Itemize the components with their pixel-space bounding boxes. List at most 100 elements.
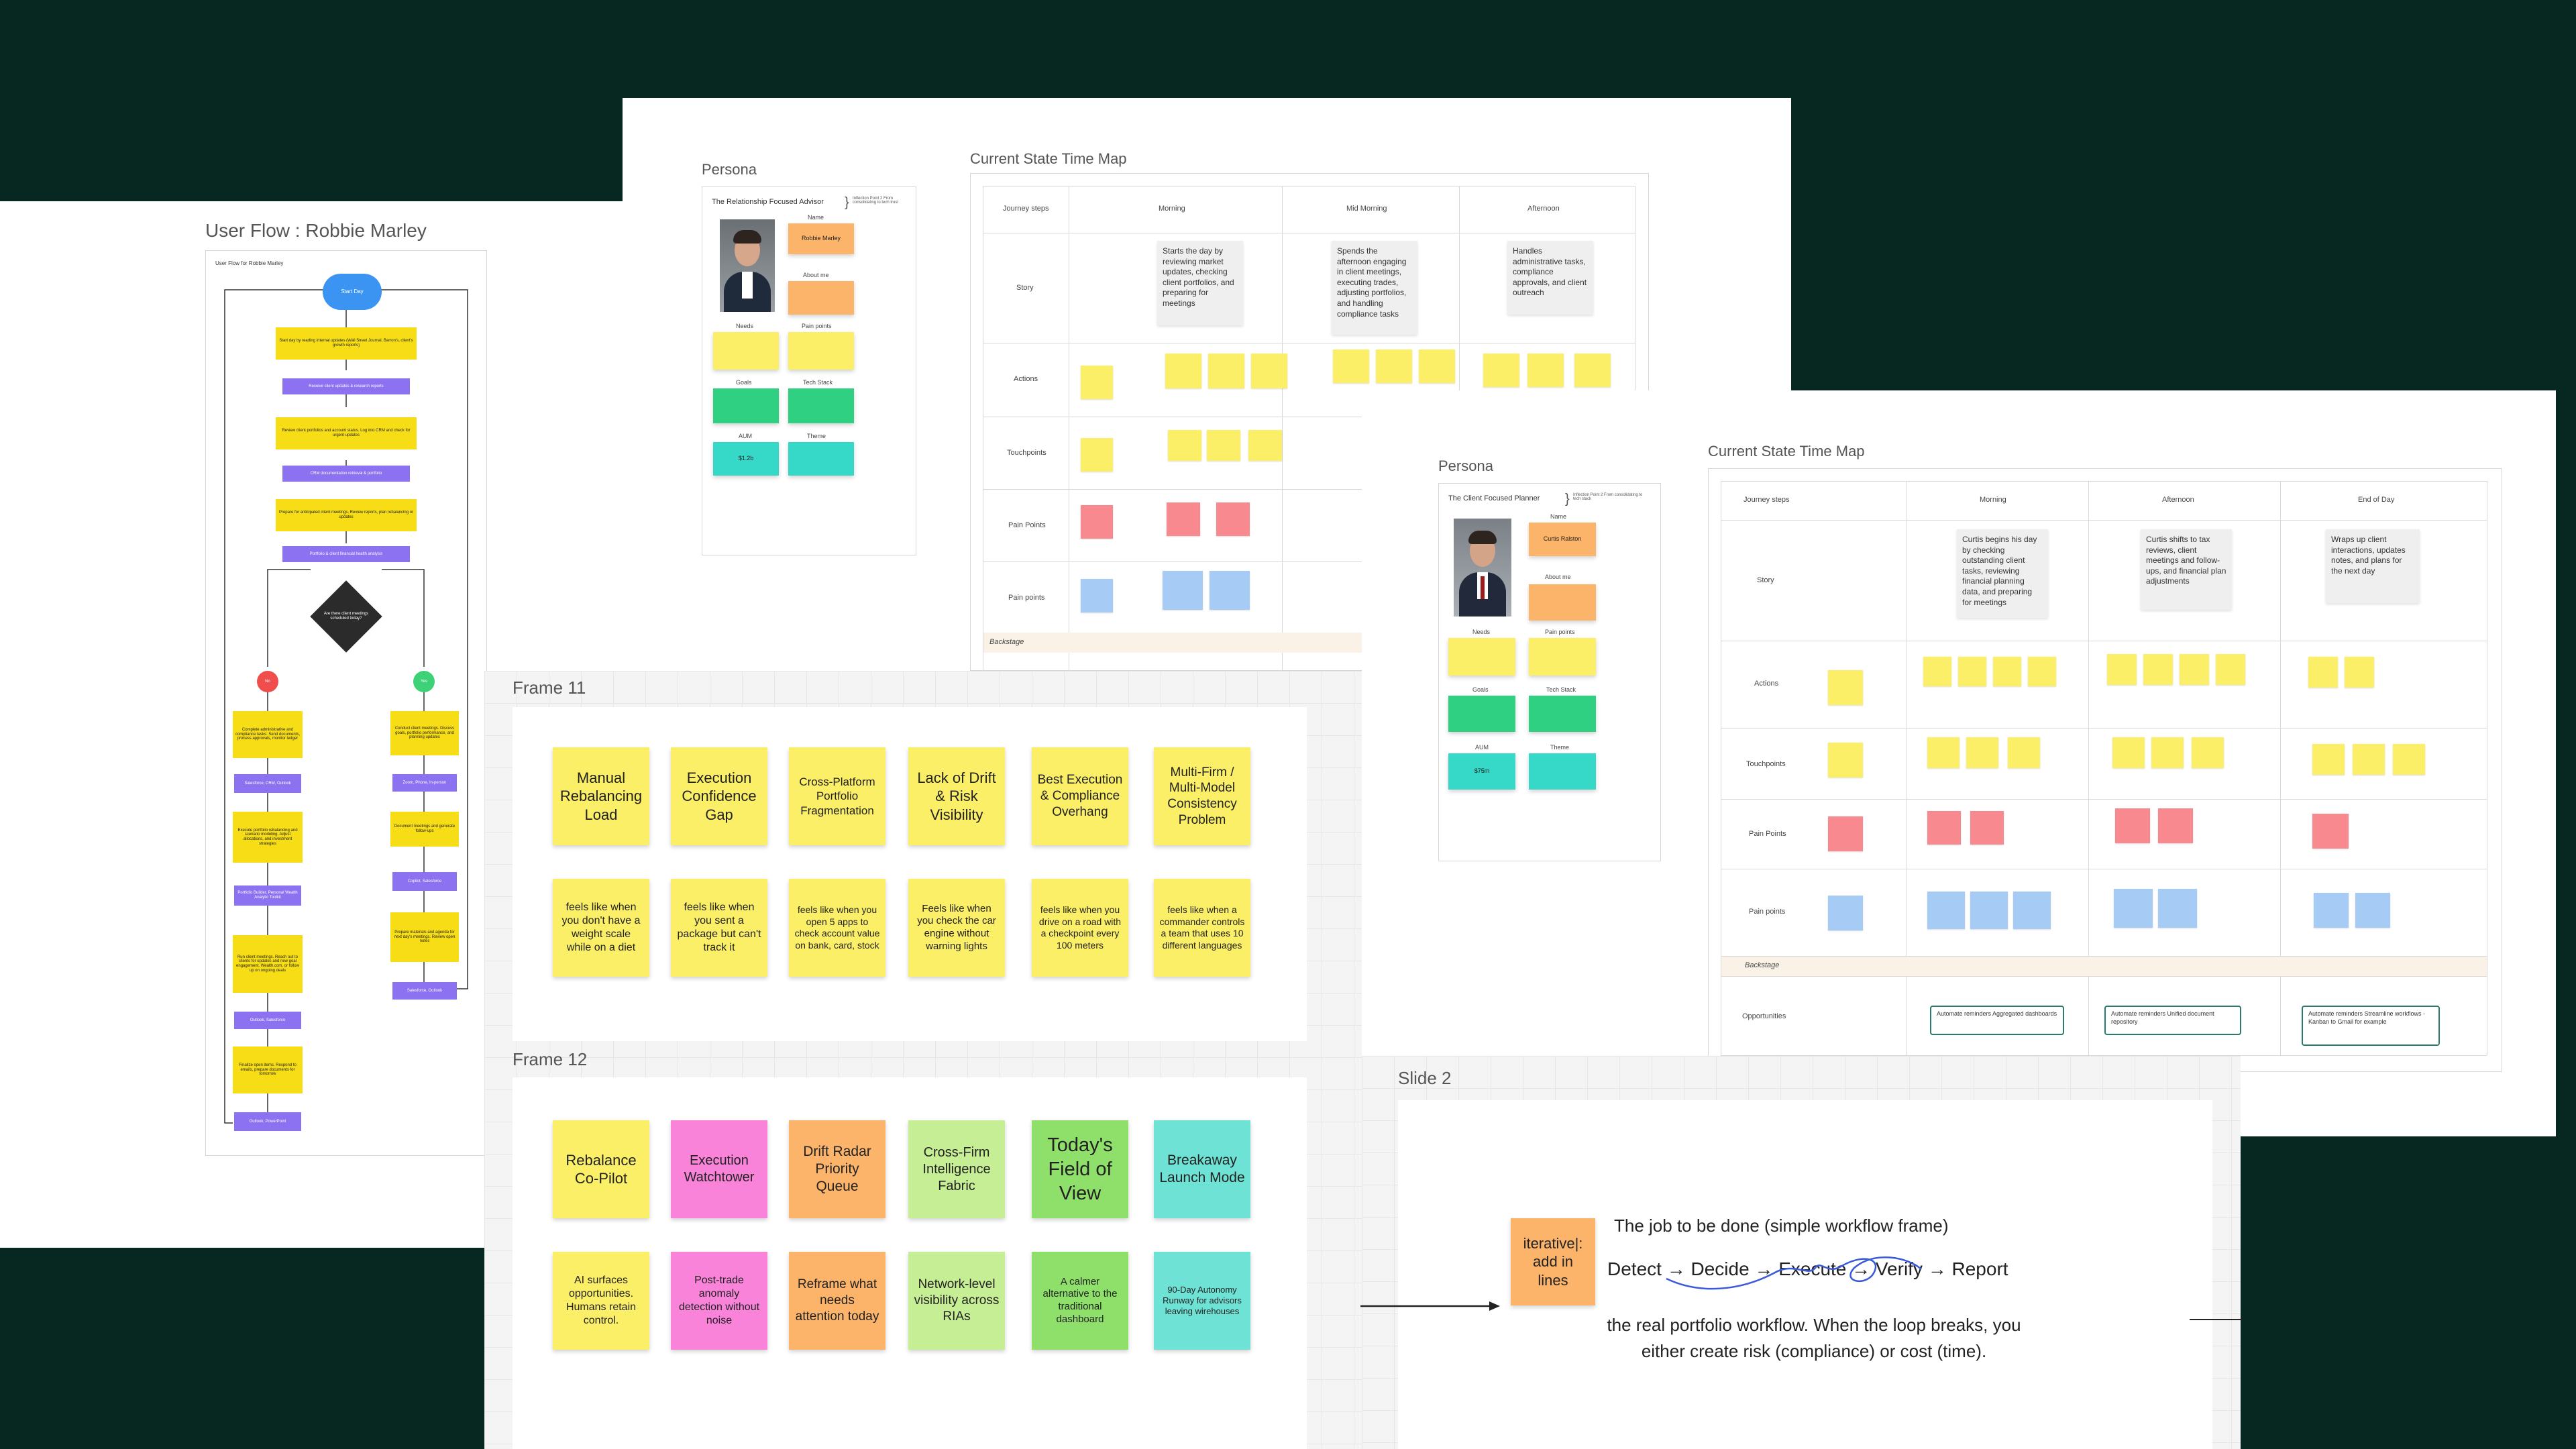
frame-12-bottom-2[interactable]: Post-trade anomaly detection without noi… [671,1252,767,1350]
tm1-pain-blue-sticky[interactable] [1081,579,1113,612]
frame-11-bottom-4[interactable]: Feels like when you check the car engine… [908,879,1005,977]
persona-2-goals-sticky[interactable] [1448,696,1515,732]
right-step-3[interactable]: Document meetings and generate follow-up… [390,812,459,847]
persona-1-name-sticky[interactable]: Robbie Marley [788,223,854,254]
tm1-story-2[interactable]: Spends the afternoon engaging in client … [1332,241,1417,335]
tm1-pain-blue-sticky[interactable] [1163,571,1203,610]
tm1-action-sticky[interactable] [1165,354,1201,388]
tm2-pain-blue-sticky[interactable] [2355,893,2390,928]
left-step-4[interactable]: Portfolio Builder, Personal Wealth Analy… [234,885,301,906]
frame-12-bottom-1[interactable]: AI surfaces opportunities. Humans retain… [553,1252,649,1350]
tm2-action-sticky[interactable] [1993,657,2021,686]
tm1-touchpoint-sticky[interactable] [1081,438,1113,472]
tm2-touchpoint-sticky[interactable] [1966,737,1998,768]
tm2-pain-blue-sticky[interactable] [2158,889,2197,928]
tm2-pain-blue-sticky[interactable] [1970,892,2008,929]
frame-11-bottom-5[interactable]: feels like when you drive on a road with… [1032,879,1128,977]
right-step-6[interactable]: Salesforce, Outlook [392,982,457,1000]
slide-2-sticky[interactable]: iterative|: add in lines [1511,1218,1595,1305]
tm1-action-sticky[interactable] [1333,350,1369,383]
frames-board[interactable]: Frame 11 Manual Rebalancing Load Executi… [484,671,1362,1449]
flow-step-4[interactable]: CRM documentation retrieval & portfolio [282,466,410,482]
left-step-1[interactable]: Complete administrative and compliance t… [233,711,303,758]
tm2-touchpoint-sticky[interactable] [2353,744,2385,775]
left-step-3[interactable]: Execute portfolio rebalancing and scenar… [233,812,303,863]
tm2-pain-sticky[interactable] [2158,808,2193,843]
tm1-action-sticky[interactable] [1251,354,1287,388]
slide-2-board[interactable]: Slide 2 iterative|: add in lines The job… [1362,1056,2241,1449]
tm1-story-3[interactable]: Handles administrative tasks, compliance… [1507,241,1593,315]
frame-12-bottom-6[interactable]: 90-Day Autonomy Runway for advisors leav… [1154,1252,1250,1350]
tm1-action-sticky[interactable] [1483,354,1519,387]
frame-12-top-6[interactable]: Breakaway Launch Mode [1154,1120,1250,1218]
tm2-touchpoint-sticky[interactable] [2112,737,2145,768]
persona-1-tech-sticky[interactable] [788,388,854,423]
tm1-pain-blue-sticky[interactable] [1210,571,1250,610]
right-step-5[interactable]: Prepare materials and agenda for next da… [390,912,459,962]
frame-12-top-1[interactable]: Rebalance Co-Pilot [553,1120,649,1218]
frame-12-top-4[interactable]: Cross-Firm Intelligence Fabric [908,1120,1005,1218]
flow-step-1[interactable]: Start day by reading internal updates (W… [276,327,417,360]
persona-1-goals-sticky[interactable] [713,388,779,423]
tm1-action-sticky[interactable] [1574,354,1611,387]
right-step-1[interactable]: Conduct client meetings. Discuss goals, … [390,711,459,755]
right-step-4[interactable]: Copilot, Salesforce [392,872,457,891]
frame-11-bottom-6[interactable]: feels like when a commander controls a t… [1154,879,1250,977]
persona-2-pain-sticky[interactable] [1529,638,1596,676]
frame-12-bottom-4[interactable]: Network-level visibility across RIAs [908,1252,1005,1350]
tm1-touchpoint-sticky[interactable] [1207,430,1240,461]
frame-11-top-2[interactable]: Execution Confidence Gap [671,747,767,845]
frame-11-top-3[interactable]: Cross-Platform Portfolio Fragmentation [789,747,885,845]
tm1-pain-sticky[interactable] [1167,502,1200,536]
tm2-touchpoint-sticky[interactable] [2312,744,2345,775]
user-flow-card[interactable]: User Flow for Robbie Marley Start Day St… [205,250,487,1156]
tm2-pain-blue-sticky[interactable] [2114,889,2153,928]
frame-11-bottom-3[interactable]: feels like when you open 5 apps to check… [789,879,885,977]
tm2-action-sticky[interactable] [1923,657,1951,686]
time-map-2-card[interactable]: Journey steps Morning Afternoon End of D… [1708,468,2502,1072]
frame-11-top-4[interactable]: Lack of Drift & Risk Visibility [908,747,1005,845]
tm2-pain-blue-sticky[interactable] [2013,892,2051,929]
tm1-story-1[interactable]: Starts the day by reviewing market updat… [1157,241,1243,325]
persona-1-needs-sticky[interactable] [713,332,779,370]
tm2-opportunity-2[interactable]: Automate reminders Unified document repo… [2104,1006,2241,1035]
flow-step-3[interactable]: Review client portfolios and account sta… [276,417,417,449]
frame-12-top-2[interactable]: Execution Watchtower [671,1120,767,1218]
right-step-2[interactable]: Zoom, Phone, In-person [392,774,457,792]
tm2-pain-sticky[interactable] [2312,814,2349,849]
tm1-action-sticky[interactable] [1208,354,1244,388]
tm2-pain-blue-sticky[interactable] [1828,896,1863,930]
persona-2-name-sticky[interactable]: Curtis Ralston [1529,523,1596,556]
persona-1-aum-sticky[interactable]: $1.2b [713,442,779,476]
tm2-touchpoint-sticky[interactable] [1927,737,1960,768]
tm2-action-sticky[interactable] [1828,670,1863,705]
tm2-pain-sticky[interactable] [1927,811,1961,845]
left-step-2[interactable]: Salesforce, CRM, Outlook [234,774,301,793]
tm2-action-sticky[interactable] [2143,654,2173,685]
persona-2-card[interactable]: The Client Focused Planner } Inflection … [1438,483,1661,861]
persona-2-about-sticky[interactable] [1529,584,1596,621]
tm2-touchpoint-sticky[interactable] [2192,737,2224,768]
tm2-action-sticky[interactable] [2308,657,2338,688]
frame-12[interactable]: Rebalance Co-Pilot Execution Watchtower … [513,1077,1307,1449]
slide-2-canvas[interactable]: iterative|: add in lines The job to be d… [1398,1100,2212,1449]
tm1-pain-sticky[interactable] [1216,502,1250,536]
tm1-action-sticky[interactable] [1376,350,1412,383]
persona-1-about-sticky[interactable] [788,281,854,315]
tm2-touchpoint-sticky[interactable] [2151,737,2184,768]
frame-12-top-5[interactable]: Today's Field of View [1032,1120,1128,1218]
persona-2-aum-sticky[interactable]: $75m [1448,753,1515,790]
tm2-action-sticky[interactable] [1958,657,1986,686]
tm2-story-1[interactable]: Curtis begins his day by checking outsta… [1957,529,2048,618]
tm1-action-sticky[interactable] [1419,350,1455,383]
frame-11[interactable]: Manual Rebalancing Load Execution Confid… [513,707,1307,1041]
tm2-pain-blue-sticky[interactable] [2314,893,2349,928]
persona-board-2[interactable]: Persona The Client Focused Planner } Inf… [1362,390,2556,1136]
tm2-opportunity-1[interactable]: Automate reminders Aggregated dashboards [1930,1006,2064,1035]
frame-12-bottom-3[interactable]: Reframe what needs attention today [789,1252,885,1350]
tm2-touchpoint-sticky[interactable] [2393,744,2425,775]
tm1-pain-sticky[interactable] [1081,505,1113,539]
left-step-8[interactable]: Outlook, PowerPoint [234,1112,301,1131]
flow-step-6[interactable]: Portfolio & client financial health anal… [282,546,410,562]
tm2-action-sticky[interactable] [2216,654,2245,685]
